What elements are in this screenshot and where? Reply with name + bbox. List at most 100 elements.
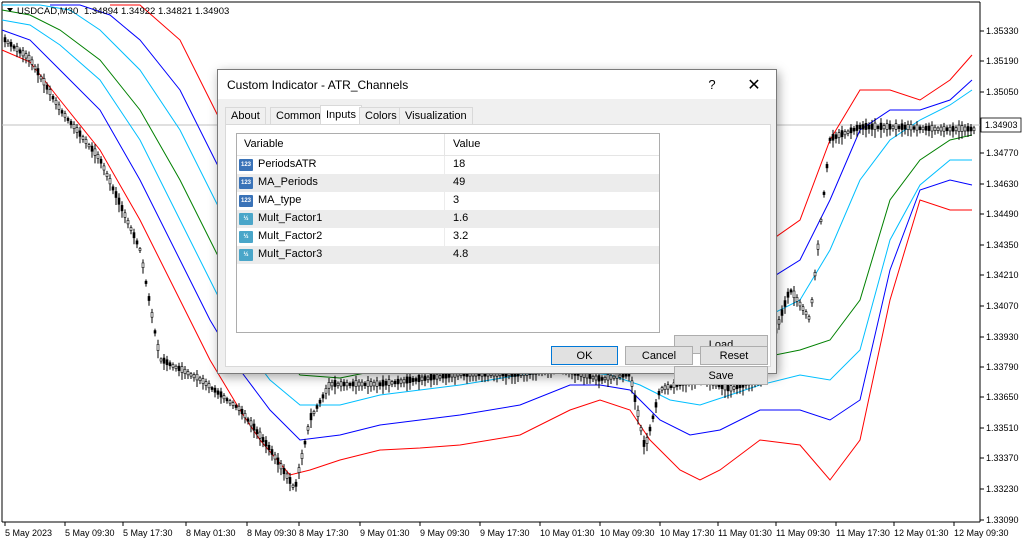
candle-body xyxy=(969,126,973,132)
candle-body xyxy=(246,418,250,422)
candle-body xyxy=(39,76,43,80)
candle-body xyxy=(84,139,88,144)
tab-inputs[interactable]: Inputs xyxy=(320,105,362,126)
candle-body xyxy=(309,413,313,421)
candle-body xyxy=(828,137,832,141)
candle-body xyxy=(54,99,58,105)
param-name: MA_type xyxy=(258,194,302,206)
table-row[interactable]: 123 PeriodsATR 18 xyxy=(237,156,659,174)
candle-body xyxy=(885,123,889,130)
candle-body xyxy=(36,68,40,76)
candle-body xyxy=(648,426,652,432)
candle-body xyxy=(60,110,64,114)
candle-body xyxy=(663,385,667,390)
column-header-variable[interactable]: Variable xyxy=(244,138,284,150)
candle-body xyxy=(846,130,850,134)
candle-body xyxy=(189,373,193,377)
candle-body xyxy=(645,437,649,444)
candle-body xyxy=(630,380,634,387)
time-axis-label: 9 May 01:30 xyxy=(360,528,410,538)
candle-body xyxy=(597,375,601,382)
help-button[interactable]: ? xyxy=(692,70,732,99)
inputs-table[interactable]: Variable Value 123 PeriodsATR 18 123 MA_Peri… xyxy=(236,133,660,333)
candle-body xyxy=(639,427,643,432)
table-row[interactable]: ½ Mult_Factor1 1.6 xyxy=(237,210,659,228)
candle-body xyxy=(936,127,940,131)
ok-button[interactable]: OK xyxy=(551,346,618,365)
candle-body xyxy=(777,319,781,325)
candle-body xyxy=(51,95,55,100)
candle-body xyxy=(840,130,844,138)
reset-button[interactable]: Reset xyxy=(700,346,768,365)
save-button[interactable]: Save xyxy=(674,366,768,385)
candle-body xyxy=(882,125,886,130)
param-value[interactable]: 3.2 xyxy=(453,230,468,242)
candle-body xyxy=(957,124,961,132)
candle-body xyxy=(837,132,841,138)
chart-header: USDCAD,M30 1.34894 1.34922 1.34821 1.349… xyxy=(7,6,229,17)
table-row[interactable]: ½ Mult_Factor2 3.2 xyxy=(237,228,659,246)
candle-body xyxy=(201,378,205,384)
candle-body xyxy=(96,154,100,159)
candle-body xyxy=(870,123,874,130)
time-axis-label: 9 May 17:30 xyxy=(480,528,530,538)
candle-body xyxy=(294,481,298,487)
candle-body xyxy=(90,145,94,152)
table-header: Variable Value xyxy=(237,134,659,156)
tab-colors[interactable]: Colors xyxy=(359,107,403,125)
candle-body xyxy=(849,127,853,134)
candle-body xyxy=(873,122,877,130)
candle-body xyxy=(216,390,220,395)
double-param-icon: ½ xyxy=(239,213,253,225)
tab-about[interactable]: About xyxy=(225,107,266,125)
candle-body xyxy=(63,113,67,118)
quote-label: 1.34894 1.34922 1.34821 1.34903 xyxy=(84,6,229,17)
candle-body xyxy=(918,126,922,131)
candle-body xyxy=(261,437,265,443)
candle-body xyxy=(24,53,28,59)
candle-body xyxy=(312,411,316,414)
candle-body xyxy=(147,296,151,301)
param-value[interactable]: 4.8 xyxy=(453,248,468,260)
param-value[interactable]: 49 xyxy=(453,176,465,188)
tab-visualization[interactable]: Visualization xyxy=(399,107,473,125)
candle-body xyxy=(171,364,175,368)
column-header-value[interactable]: Value xyxy=(453,138,480,150)
table-row[interactable]: ½ Mult_Factor3 4.8 xyxy=(237,246,659,264)
price-axis-label: 1.33230 xyxy=(986,484,1019,494)
price-axis-label: 1.33090 xyxy=(986,515,1019,525)
tab-common[interactable]: Common xyxy=(270,107,327,125)
table-row[interactable]: 123 MA_type 3 xyxy=(237,192,659,210)
dialog-titlebar[interactable]: Custom Indicator - ATR_Channels ? ✕ xyxy=(218,70,776,99)
candle-body xyxy=(795,297,799,302)
param-value[interactable]: 18 xyxy=(453,158,465,170)
time-axis-label: 10 May 01:30 xyxy=(540,528,595,538)
candle-body xyxy=(87,144,91,148)
candle-body xyxy=(348,382,352,386)
param-value[interactable]: 1.6 xyxy=(453,212,468,224)
candle-body xyxy=(897,125,901,129)
candle-body xyxy=(108,178,112,185)
candle-body xyxy=(3,37,7,43)
price-axis-label: 1.35330 xyxy=(986,26,1019,36)
price-axis-label: 1.34210 xyxy=(986,270,1019,280)
candle-body xyxy=(843,131,847,136)
candle-body xyxy=(27,55,31,61)
candle-body xyxy=(852,127,856,132)
close-icon[interactable]: ✕ xyxy=(734,70,774,99)
candle-body xyxy=(183,368,187,374)
custom-indicator-dialog[interactable]: Custom Indicator - ATR_Channels ? ✕ Abou… xyxy=(217,69,777,385)
candle-body xyxy=(789,289,793,293)
candle-body xyxy=(405,376,409,384)
candle-body xyxy=(888,123,892,130)
table-row[interactable]: 123 MA_Periods 49 xyxy=(237,174,659,192)
candle-body xyxy=(423,375,427,381)
candle-body xyxy=(912,126,916,130)
candle-body xyxy=(624,373,628,377)
candle-body xyxy=(798,301,802,307)
time-axis-label: 10 May 09:30 xyxy=(600,528,655,538)
candle-body xyxy=(435,373,439,380)
candle-body xyxy=(855,124,859,131)
cancel-button[interactable]: Cancel xyxy=(625,346,693,365)
param-value[interactable]: 3 xyxy=(453,194,459,206)
